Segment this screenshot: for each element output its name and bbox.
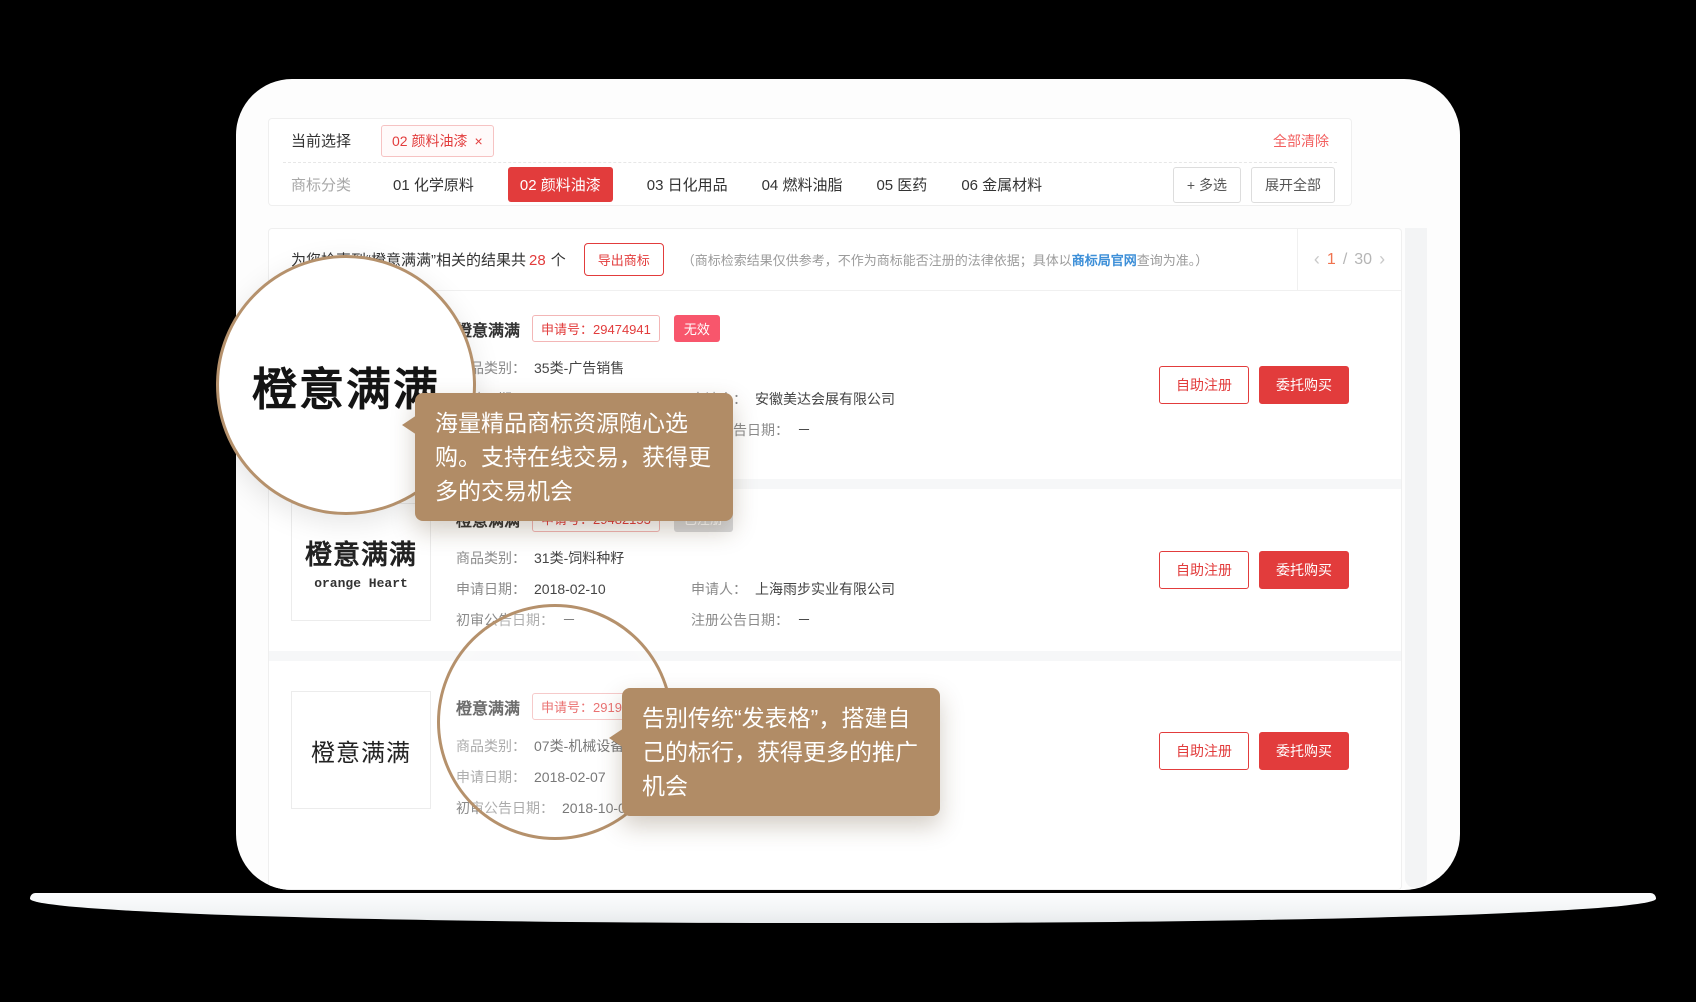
category-tools: + 多选 展开全部 xyxy=(1173,167,1335,203)
trademark-office-link[interactable]: 商标局官网 xyxy=(1072,253,1137,268)
export-trademarks-button[interactable]: 导出商标 xyxy=(584,243,664,276)
category-item-06[interactable]: 06 金属材料 xyxy=(961,174,1042,195)
trademark-thumbnail[interactable]: 橙意满满 orange Heart xyxy=(291,503,431,621)
self-register-button[interactable]: 自助注册 xyxy=(1159,551,1249,589)
category-filter-label: 商标分类 xyxy=(291,174,351,195)
laptop-mockup: 当前选择 02 颜料油漆 × 全部清除 商标分类 01 化学原料 02 颜料油漆… xyxy=(0,0,1696,1002)
apply-date-label: 申请日期： xyxy=(456,581,526,597)
expand-all-button[interactable]: 展开全部 xyxy=(1251,167,1335,203)
tooltip-promotion: 告别传统“发表格”，搭建自己的标行，获得更多的推广机会 xyxy=(622,688,940,816)
row-separator xyxy=(269,651,1401,661)
thumbnail-text: 橙意满满 xyxy=(305,533,417,572)
applicant-value: 安徽美达会展有限公司 xyxy=(755,391,895,407)
row-actions: 自助注册 委托购买 xyxy=(1159,551,1349,589)
reg-notice-label: 注册公告日期： xyxy=(691,612,789,628)
result-count: 28 xyxy=(529,252,546,269)
multi-select-button[interactable]: + 多选 xyxy=(1173,167,1241,203)
pagination: ‹ 1 / 30 › xyxy=(1297,229,1401,290)
category-item-03[interactable]: 03 日化用品 xyxy=(647,174,728,195)
trademark-thumbnail[interactable]: 橙意满满 xyxy=(291,691,431,809)
thumbnail-text: 橙意满满 xyxy=(311,733,411,768)
filter-panel: 当前选择 02 颜料油漆 × 全部清除 商标分类 01 化学原料 02 颜料油漆… xyxy=(268,118,1352,206)
app-no-value: 29474941 xyxy=(593,322,651,337)
entrust-buy-button[interactable]: 委托购买 xyxy=(1259,732,1349,770)
category-row: 商标分类 01 化学原料 02 颜料油漆 03 日化用品 04 燃料油脂 05 … xyxy=(269,163,1351,206)
application-no-chip: 申请号：29474941 xyxy=(532,315,660,342)
reg-notice-value: － xyxy=(797,422,811,438)
category-item-01[interactable]: 01 化学原料 xyxy=(393,174,474,195)
applicant-value: 上海雨步实业有限公司 xyxy=(755,581,895,597)
disclaimer: （商标检索结果仅供参考，不作为商标能否注册的法律依据；具体以商标局官网查询为准。… xyxy=(682,250,1209,269)
app-no-label: 申请号： xyxy=(541,322,593,337)
disclaimer-post: 查询为准。） xyxy=(1137,253,1209,268)
category-item-02-selected[interactable]: 02 颜料油漆 xyxy=(508,167,613,202)
self-register-button[interactable]: 自助注册 xyxy=(1159,366,1249,404)
clear-all-button[interactable]: 全部清除 xyxy=(1273,131,1329,151)
category-item-05[interactable]: 05 医药 xyxy=(876,174,927,195)
category-value: 31类-饲料种籽 xyxy=(534,550,624,566)
status-badge-invalid: 无效 xyxy=(674,315,720,342)
result-count-unit: 个 xyxy=(551,252,566,269)
entrust-buy-button[interactable]: 委托购买 xyxy=(1259,366,1349,404)
entrust-buy-button[interactable]: 委托购买 xyxy=(1259,551,1349,589)
selected-filter-text: 02 颜料油漆 xyxy=(392,131,467,151)
self-register-button[interactable]: 自助注册 xyxy=(1159,732,1249,770)
category-item-04[interactable]: 04 燃料油脂 xyxy=(762,174,843,195)
next-page-icon[interactable]: › xyxy=(1379,249,1385,270)
current-selection-row: 当前选择 02 颜料油漆 × 全部清除 xyxy=(269,119,1351,162)
category-value: 35类-广告销售 xyxy=(534,360,624,376)
summary-mid: ”相关的结果共 xyxy=(431,252,526,269)
disclaimer-pre: （商标检索结果仅供参考，不作为商标能否注册的法律依据；具体以 xyxy=(682,253,1072,268)
row-actions: 自助注册 委托购买 xyxy=(1159,732,1349,770)
laptop-base xyxy=(30,893,1656,923)
tooltip-text: 告别传统“发表格”，搭建自己的标行，获得更多的推广机会 xyxy=(642,705,918,799)
prev-page-icon[interactable]: ‹ xyxy=(1314,249,1320,270)
current-page: 1 xyxy=(1327,251,1336,269)
category-list: 01 化学原料 02 颜料油漆 03 日化用品 04 燃料油脂 05 医药 06… xyxy=(393,167,1042,202)
row-actions: 自助注册 委托购买 xyxy=(1159,366,1349,404)
applicant-label: 申请人： xyxy=(691,581,747,597)
page-separator: / xyxy=(1343,251,1347,269)
remove-filter-icon[interactable]: × xyxy=(474,133,482,149)
results-header: 为您检索到“橙意满满”相关的结果共28个 导出商标 （商标检索结果仅供参考，不作… xyxy=(269,229,1401,291)
selected-filter-chip[interactable]: 02 颜料油漆 × xyxy=(381,125,494,157)
tooltip-text: 海量精品商标资源随心选购。支持在线交易，获得更多的交易机会 xyxy=(435,410,711,504)
total-pages: 30 xyxy=(1354,251,1372,269)
current-selection-label: 当前选择 xyxy=(291,130,351,151)
reg-notice-value: － xyxy=(797,612,811,628)
tooltip-marketplace: 海量精品商标资源随心选购。支持在线交易，获得更多的交易机会 xyxy=(415,393,733,521)
magnified-trademark-text: 橙意满满 xyxy=(252,353,440,418)
scrollbar-track[interactable] xyxy=(1405,228,1427,888)
apply-date-value: 2018-02-10 xyxy=(534,581,606,597)
category-label: 商品类别： xyxy=(456,550,526,566)
thumbnail-subtext: orange Heart xyxy=(314,576,408,591)
